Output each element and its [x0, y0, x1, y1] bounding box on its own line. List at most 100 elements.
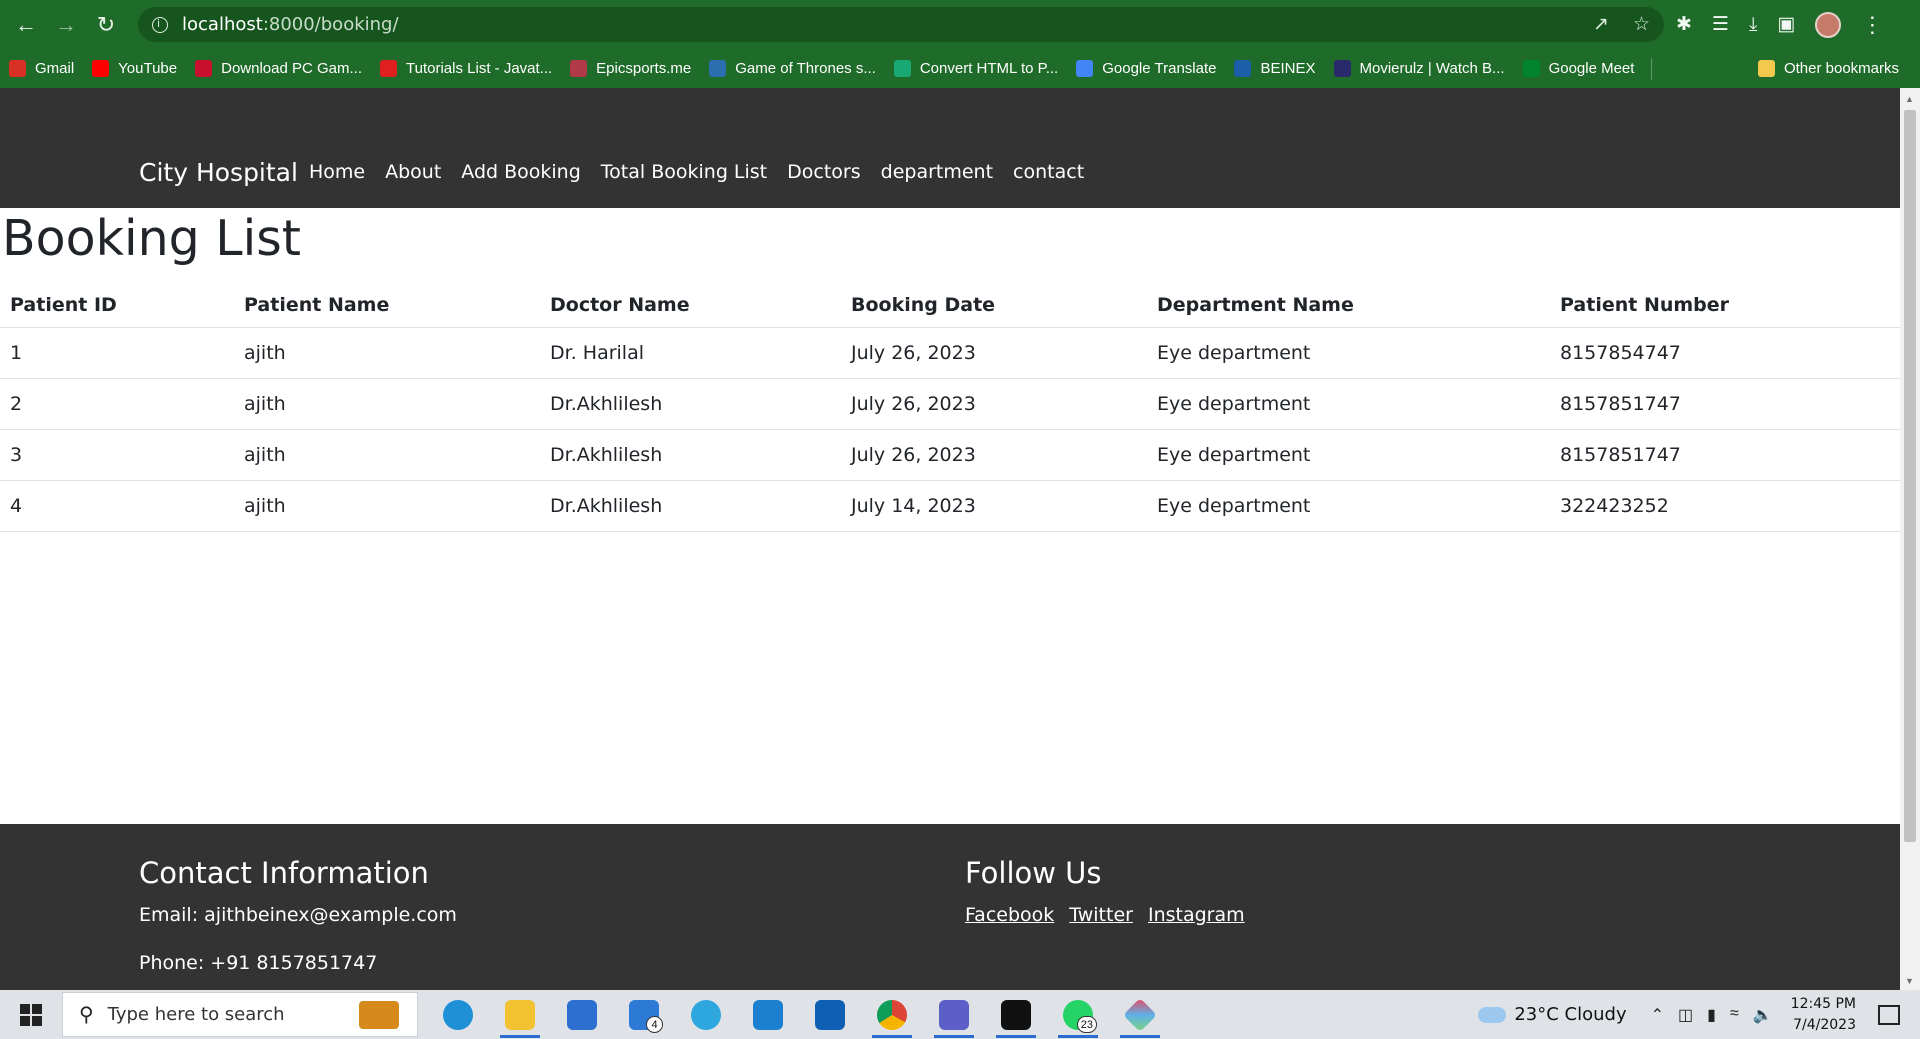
nav-doctors[interactable]: Doctors — [787, 161, 861, 183]
share-icon[interactable]: ↗ — [1593, 13, 1609, 36]
bookmark-favicon-icon — [380, 60, 398, 77]
patient-id-cell: 2 — [0, 378, 234, 430]
url-path: :8000/booking/ — [262, 14, 399, 35]
taskbar-outlook[interactable] — [802, 990, 858, 1039]
meet-now-icon[interactable]: ◫ — [1678, 1005, 1693, 1025]
doctor-name-cell: Dr. Harilal — [540, 327, 841, 379]
download-icon[interactable]: ⤓ — [1749, 14, 1757, 36]
notification-icon[interactable] — [1878, 1004, 1900, 1025]
patient-name-cell: ajith — [234, 480, 540, 532]
volume-icon[interactable]: 🔈 — [1753, 1005, 1773, 1025]
scroll-up-icon[interactable]: ▲ — [1905, 94, 1914, 104]
taskbar-terminal[interactable] — [988, 990, 1044, 1039]
contact-section: Contact Information Email: ajithbeinex@e… — [139, 856, 457, 990]
twitter-link[interactable]: Twitter — [1069, 904, 1133, 926]
bookmark-label: BEINEX — [1260, 60, 1316, 77]
bookmark-favicon-icon — [893, 60, 911, 77]
address-bar[interactable]: localhost:8000/booking/ ↗ ☆ — [138, 7, 1664, 42]
bookmarks-bar: Gmail YouTube Download PC Gam... Tutorials … — [0, 49, 1920, 88]
whatsapp-badge: 23 — [1076, 1016, 1097, 1033]
nav-add-booking[interactable]: Add Booking — [461, 161, 581, 183]
patient-number-cell: 8157851747 — [1550, 429, 1900, 481]
profile-avatar[interactable] — [1815, 11, 1842, 38]
site-brand[interactable]: City Hospital — [139, 158, 298, 187]
reload-button[interactable]: ↻ — [86, 5, 126, 45]
cloud-icon — [1478, 1006, 1507, 1023]
social-links: Facebook Twitter Instagram — [965, 904, 1245, 926]
bookmark-favicon-icon — [1333, 60, 1351, 77]
booking-table: Patient ID Patient Name Doctor Name Book… — [0, 284, 1900, 532]
taskbar-vscode[interactable] — [740, 990, 796, 1039]
bookmark-favicon-icon — [1076, 60, 1094, 77]
windows-logo-icon — [20, 1003, 42, 1026]
taskbar-clock[interactable]: 12:45 PM 7/4/2023 — [1791, 994, 1856, 1036]
taskbar-chrome[interactable] — [864, 990, 920, 1039]
bookmark-item[interactable]: Google Meet — [1514, 55, 1644, 83]
mail-badge: 4 — [646, 1016, 663, 1033]
bookmark-favicon-icon — [9, 60, 26, 77]
page-title: Booking List — [2, 210, 301, 267]
taskbar-git-app[interactable] — [1112, 990, 1168, 1039]
outlook-icon — [815, 999, 845, 1030]
weather-widget[interactable]: 23°C Cloudy — [1478, 1004, 1627, 1025]
table-row: 1 ajith Dr. Harilal July 26, 2023 Eye depart… — [0, 327, 1900, 379]
scrollbar-thumb[interactable] — [1904, 110, 1916, 842]
nav-home[interactable]: Home — [309, 161, 365, 183]
col-booking-date: Booking Date — [841, 284, 1147, 328]
browser-menu-icon[interactable]: ⋮ — [1861, 12, 1883, 38]
nav-about[interactable]: About — [385, 161, 441, 183]
edge-icon — [443, 999, 473, 1030]
wifi-icon[interactable]: ≈ — [1730, 1005, 1739, 1025]
scroll-down-icon[interactable]: ▼ — [1905, 976, 1914, 986]
bookmark-item[interactable]: Game of Thrones s... — [700, 55, 885, 83]
table-row: 3 ajith Dr.Akhlilesh July 26, 2023 Eye depar… — [0, 429, 1900, 481]
booking-date-cell: July 26, 2023 — [841, 327, 1147, 379]
extensions-icon[interactable]: ✱ — [1676, 13, 1692, 36]
bookmark-star-icon[interactable]: ☆ — [1633, 13, 1650, 36]
facebook-link[interactable]: Facebook — [965, 904, 1054, 926]
start-button[interactable] — [0, 990, 62, 1039]
bookmark-item[interactable]: Google Translate — [1067, 55, 1225, 83]
department-name-cell: Eye department — [1147, 429, 1550, 481]
taskbar-store[interactable] — [554, 990, 610, 1039]
clock-date: 7/4/2023 — [1793, 1016, 1856, 1033]
chevron-up-icon[interactable]: ⌃ — [1651, 1005, 1664, 1025]
taskbar-telegram[interactable] — [678, 990, 734, 1039]
bookmark-item[interactable]: Movierulz | Watch B... — [1325, 55, 1514, 83]
bookmark-favicon-icon — [1522, 60, 1540, 77]
taskbar-mail[interactable]: 4 — [616, 990, 672, 1039]
windows-taskbar: ⚲ Type here to search 4 23 23°C Cloudy ⌃… — [0, 990, 1920, 1039]
taskbar-edge[interactable] — [430, 990, 486, 1039]
page-scrollbar[interactable]: ▲ ▼ — [1900, 88, 1920, 990]
bookmark-label: Download PC Gam... — [221, 60, 363, 77]
nav-total-booking-list[interactable]: Total Booking List — [601, 161, 767, 183]
patient-number-cell: 8157854747 — [1550, 327, 1900, 379]
battery-icon[interactable]: ▮ — [1707, 1005, 1716, 1025]
media-queue-icon[interactable]: ☰ — [1712, 13, 1729, 36]
forward-button[interactable]: → — [46, 5, 86, 45]
site-info-icon[interactable] — [152, 16, 168, 33]
taskbar-whatsapp[interactable]: 23 — [1050, 990, 1106, 1039]
instagram-link[interactable]: Instagram — [1148, 904, 1245, 926]
nav-contact[interactable]: contact — [1013, 161, 1084, 183]
taskbar-teams[interactable] — [926, 990, 982, 1039]
nav-department[interactable]: department — [881, 161, 993, 183]
bookmark-label: Google Meet — [1548, 60, 1635, 77]
bookmark-item[interactable]: Tutorials List - Javat... — [371, 55, 561, 83]
taskbar-file-explorer[interactable] — [492, 990, 548, 1039]
folder-icon — [1757, 59, 1775, 77]
col-patient-name: Patient Name — [234, 284, 540, 328]
taskbar-search[interactable]: ⚲ Type here to search — [62, 992, 418, 1037]
bookmark-item[interactable]: BEINEX — [1225, 55, 1324, 83]
bookmark-item[interactable]: Gmail — [0, 55, 83, 83]
site-footer: Contact Information Email: ajithbeinex@e… — [0, 824, 1900, 990]
bookmark-item[interactable]: Convert HTML to P... — [885, 55, 1067, 83]
side-panel-icon[interactable]: ▣ — [1777, 13, 1795, 36]
contact-email: Email: ajithbeinex@example.com — [139, 904, 457, 926]
back-button[interactable]: ← — [6, 5, 46, 45]
url-text[interactable]: localhost:8000/booking/ — [182, 14, 399, 35]
bookmark-item[interactable]: YouTube — [83, 55, 186, 83]
bookmark-item[interactable]: Download PC Gam... — [186, 55, 371, 83]
bookmark-item[interactable]: Epicsports.me — [561, 55, 700, 83]
other-bookmarks[interactable]: Other bookmarks — [1749, 54, 1908, 82]
